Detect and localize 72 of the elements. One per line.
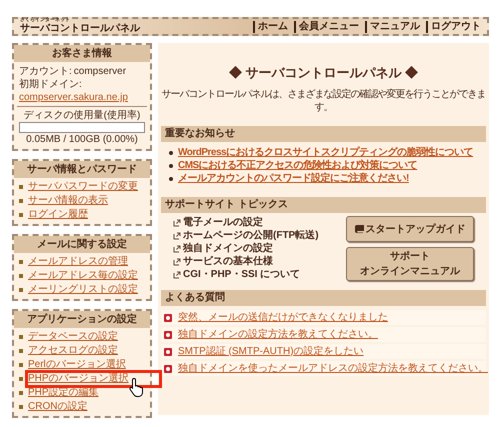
external-link-icon (173, 270, 181, 278)
menu-link[interactable]: PHPのバージョン選択 (28, 373, 159, 385)
external-link-icon (173, 232, 181, 240)
disk-usage-reading: 0.05MB / 100GB (0.00%) (26, 133, 138, 146)
notice-link[interactable]: メールアカウントのパスワード設定にご注意ください! (178, 172, 409, 184)
section-header: 重要なお知らせ (161, 126, 486, 142)
question-icon (164, 314, 172, 322)
bullet-icon (19, 363, 23, 367)
panel-title: サーバ情報とパスワード (14, 161, 150, 178)
bullet-icon (19, 349, 23, 353)
bullet-icon (19, 405, 23, 409)
external-link-icon (173, 244, 181, 252)
topic-link[interactable]: サービスの基本仕様 (183, 256, 273, 268)
menu-link[interactable]: ログイン履歴 (28, 209, 88, 221)
page-title: ◆ サーバコントロールパネル ◆ (228, 65, 420, 81)
question-icon (164, 364, 172, 372)
nav-link[interactable]: 会員メニュー (294, 21, 359, 33)
bullet-icon (19, 391, 23, 395)
bullet-icon (19, 335, 23, 339)
panel-title: メールに関する設定 (14, 236, 150, 253)
nav-link[interactable]: ホーム (253, 21, 288, 33)
startup-guide-button[interactable]: スタートアップガイド (346, 216, 474, 242)
topic-link[interactable]: 電子メールの設定 (183, 216, 263, 228)
bullet-icon (19, 213, 23, 217)
bullet-icon (19, 185, 23, 189)
domain-link[interactable]: compserver.sakura.ne.jp (19, 91, 145, 104)
menu-link[interactable]: アクセスログの設定 (28, 345, 118, 357)
brand-title: サーバコントロールパネル (20, 23, 140, 34)
menu-link[interactable]: メールアドレスの管理 (28, 256, 128, 268)
menu-link[interactable]: CRONの設定 (28, 401, 88, 413)
disk-usage-title: ディスクの使用量(使用率) (24, 109, 140, 122)
section-header: サポートサイト トピックス (161, 197, 486, 213)
topic-link[interactable]: CGI・PHP・SSI について (183, 268, 300, 280)
bullet-icon (169, 150, 173, 154)
panel-title: アプリケーションの設定 (14, 311, 150, 328)
question-icon (164, 330, 172, 338)
hand-cursor-icon (129, 377, 145, 397)
page-description: サーバコントロールパネルは、さまざまな設定の確認や変更を行うことができます。 (161, 88, 486, 114)
bullet-icon (19, 377, 23, 381)
faq-link[interactable]: SMTP認証 (SMTP-AUTH)の設定をしたい (178, 346, 364, 358)
bullet-icon (19, 274, 23, 278)
notice-link[interactable]: WordPressにおけるクロスサイトスクリプティングの脆弱性について (178, 146, 474, 158)
nav-link[interactable]: ログアウト (426, 21, 481, 33)
menu-link[interactable]: メーリングリストの設定 (28, 284, 138, 296)
account-label: アカウント: (19, 65, 72, 78)
bullet-icon (19, 260, 23, 264)
faq-link[interactable]: 独自ドメインの設定方法を教えてください。 (178, 328, 378, 340)
book-icon (354, 225, 364, 233)
menu-link[interactable]: PHP設定の編集 (28, 387, 99, 399)
domain-label: 初期ドメイン: (19, 78, 83, 91)
external-link-icon (173, 218, 181, 226)
faq-link[interactable]: 突然、メールの送信だけができなくなりました (178, 312, 388, 324)
panel-title: お客さま情報 (14, 45, 150, 62)
faq-link[interactable]: 独自ドメインを使ったメールアドレスの設定方法を教えてください。 (178, 362, 488, 374)
external-link-icon (173, 258, 181, 266)
question-icon (164, 348, 172, 356)
bullet-icon (169, 164, 173, 168)
menu-link[interactable]: サーバパスワードの変更 (28, 181, 138, 193)
menu-link[interactable]: データベースの設定 (28, 331, 118, 343)
bullet-icon (19, 288, 23, 292)
topic-link[interactable]: ホームページの公開(FTP転送) (183, 230, 319, 242)
bullet-icon (169, 176, 173, 180)
section-header: よくある質問 (161, 290, 486, 306)
menu-link[interactable]: サーバ情報の表示 (28, 195, 108, 207)
account-name: compserver (74, 65, 126, 78)
menu-link[interactable]: Perlのバージョン選択 (28, 359, 126, 371)
nav-link[interactable]: マニュアル (365, 21, 420, 33)
notice-link[interactable]: CMSにおける不正アクセスの危険性および対策について (178, 160, 418, 172)
menu-link[interactable]: メールアドレス毎の設定 (28, 270, 138, 282)
bullet-icon (19, 199, 23, 203)
manual-button[interactable]: サポート オンラインマニュアル (346, 247, 474, 281)
topic-link[interactable]: 独自ドメインの設定 (183, 242, 273, 254)
